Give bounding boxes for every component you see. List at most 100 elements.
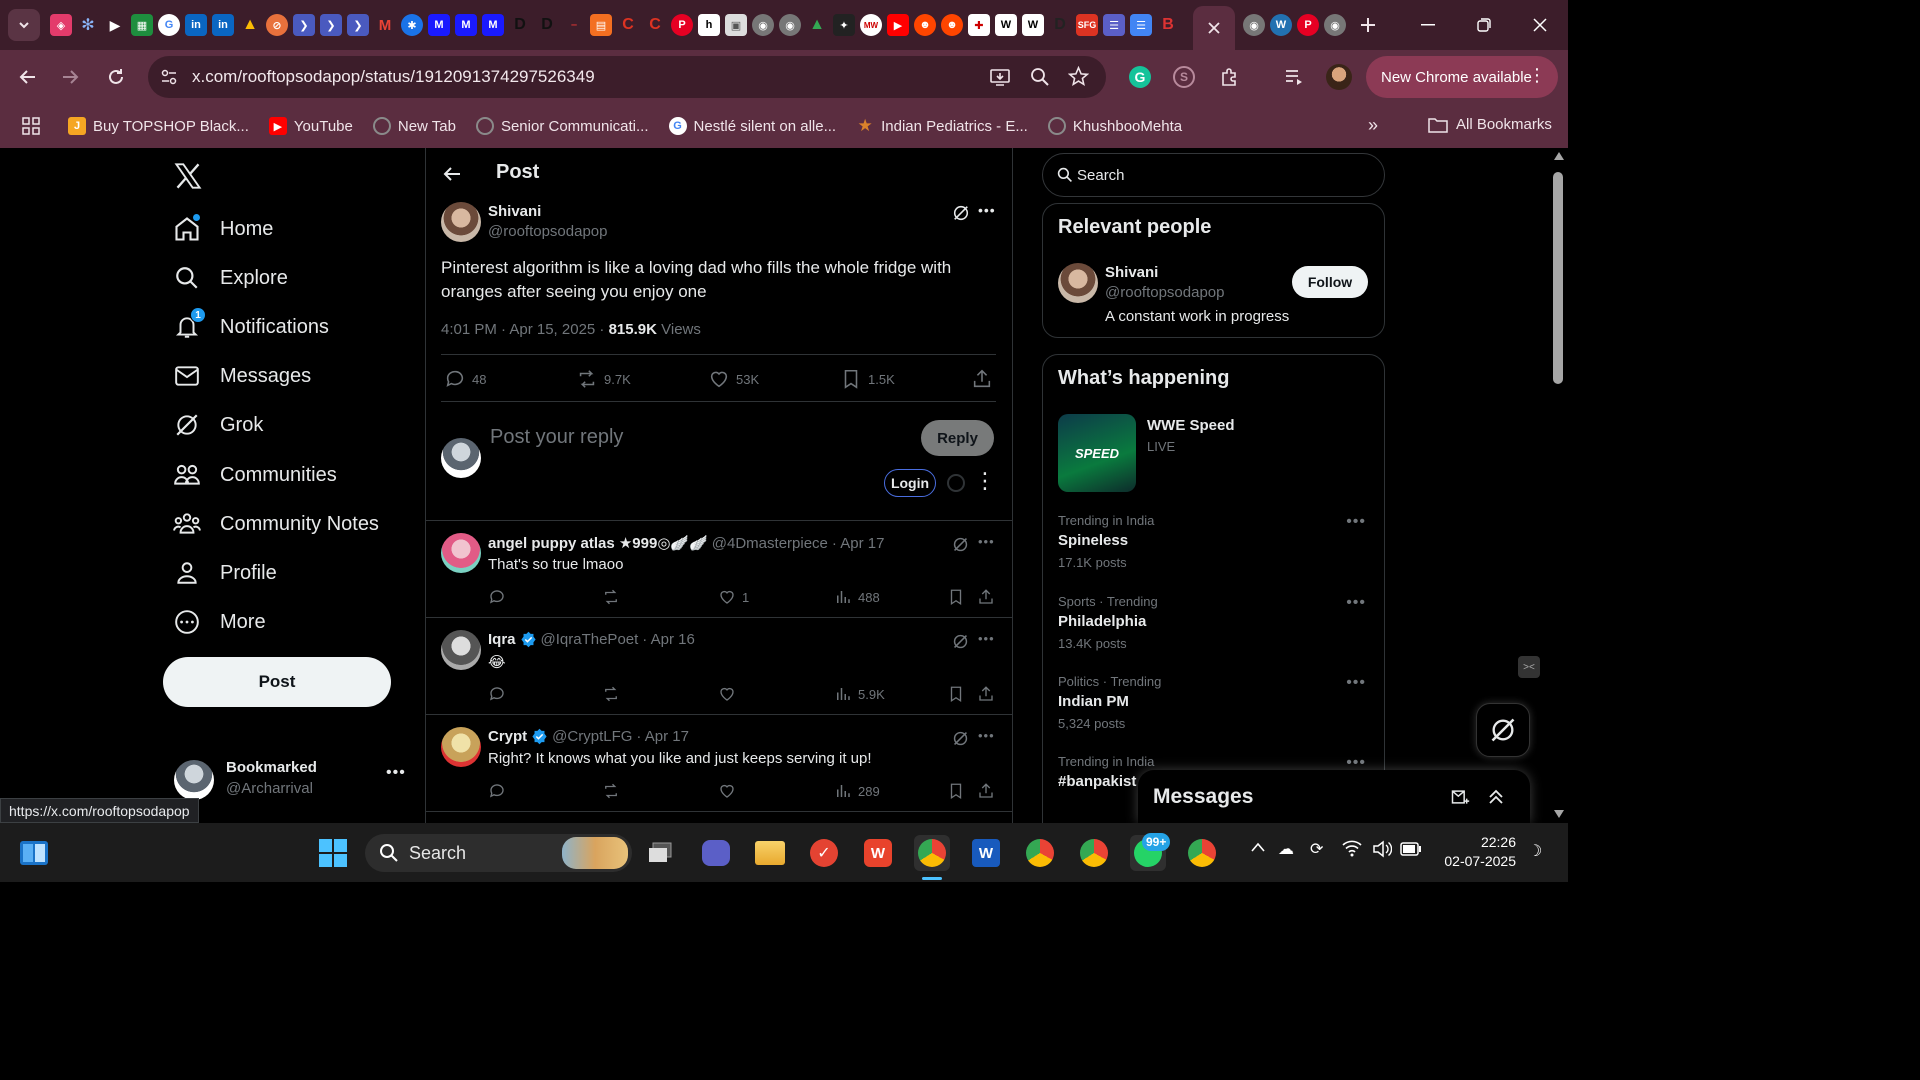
search-input[interactable]: Search <box>1042 153 1385 197</box>
tab-favicon[interactable]: ◈ <box>50 14 72 36</box>
reply-more-icon[interactable]: ••• <box>978 728 995 743</box>
like-action[interactable] <box>718 685 736 703</box>
widgets-button[interactable] <box>16 835 52 871</box>
active-tab[interactable] <box>1193 6 1235 50</box>
new-message-icon[interactable] <box>1450 787 1470 807</box>
nav-item-more[interactable]: More <box>170 600 266 644</box>
bookmark-item[interactable]: G Nestlé silent on alle... <box>668 117 836 135</box>
tray-overflow-icon[interactable] <box>1250 841 1266 853</box>
nav-item-profile[interactable]: Profile <box>170 551 277 595</box>
teams-button[interactable] <box>698 835 734 871</box>
tab-favicon[interactable]: M <box>455 14 477 36</box>
chrome-side-icon[interactable]: >< <box>1518 656 1540 678</box>
word-button[interactable]: W <box>968 835 1004 871</box>
reply-avatar[interactable] <box>441 727 481 767</box>
reply-item[interactable]: angel puppy atlas ★999◎🪽🪽 @4Dmasterpiece ·… <box>426 521 1013 618</box>
trend-more-icon[interactable]: ••• <box>1346 674 1366 692</box>
tab-favicon[interactable]: in <box>185 14 207 36</box>
reply-button[interactable]: Reply <box>921 420 994 456</box>
reply-author[interactable]: Crypt <box>488 728 527 745</box>
apps-icon[interactable] <box>22 117 40 135</box>
new-tab-button[interactable] <box>1360 17 1376 33</box>
share-action[interactable] <box>977 782 995 800</box>
reply-handle[interactable]: @CryptLFG <box>552 728 632 745</box>
reply-item[interactable]: Crypt @CryptLFG · Apr 17 ••• Right? It knows… <box>426 715 1013 812</box>
chrome-button[interactable] <box>1022 835 1058 871</box>
nav-item-notifications[interactable]: 1 Notifications <box>170 305 329 349</box>
chrome-button[interactable] <box>1076 835 1112 871</box>
tab-favicon[interactable]: ▲ <box>806 14 828 36</box>
event-thumbnail[interactable]: SPEED <box>1058 414 1136 492</box>
post-button[interactable]: Post <box>163 657 391 707</box>
bookmark-item[interactable]: Senior Communicati... <box>475 117 649 135</box>
reply-date[interactable]: · Apr 16 <box>642 631 695 648</box>
event-title[interactable]: WWE Speed <box>1147 417 1235 434</box>
tab-favicon[interactable]: ▶ <box>104 14 126 36</box>
bookmark-item[interactable]: KhushbooMehta <box>1047 117 1182 135</box>
tab-favicon[interactable]: ◉ <box>779 14 801 36</box>
author-avatar[interactable] <box>441 202 481 242</box>
tab-favicon[interactable]: W <box>995 14 1017 36</box>
author-handle[interactable]: @rooftopsodapop <box>488 223 607 240</box>
volume-icon[interactable] <box>1372 840 1392 858</box>
sync-icon[interactable]: ⟳ <box>1310 839 1323 859</box>
tab-favicon[interactable]: ☰ <box>1130 14 1152 36</box>
grammarly-login-button[interactable]: Login <box>884 469 936 497</box>
post-more-icon[interactable]: ••• <box>978 202 996 218</box>
reload-button[interactable] <box>96 57 136 97</box>
tab-favicon[interactable]: ◉ <box>752 14 774 36</box>
tab-favicon[interactable]: ❯ <box>320 14 342 36</box>
nav-item-grok[interactable]: Grok <box>170 403 263 447</box>
tab-favicon[interactable]: ▣ <box>725 14 747 36</box>
tab-favicon[interactable]: W <box>1270 14 1292 36</box>
person-name[interactable]: Shivani <box>1105 264 1158 281</box>
like-action[interactable]: 53K <box>708 368 759 390</box>
tab-favicon[interactable]: G <box>158 14 180 36</box>
reply-action[interactable] <box>488 588 506 606</box>
bookmark-action[interactable] <box>947 782 965 800</box>
close-icon[interactable] <box>1207 21 1221 35</box>
reply-handle[interactable]: @4Dmasterpiece <box>712 535 828 552</box>
profile-button[interactable] <box>1319 57 1359 97</box>
tab-favicon[interactable]: P <box>1297 14 1319 36</box>
reply-author[interactable]: angel puppy atlas ★999◎🪽🪽 <box>488 534 708 552</box>
share-action[interactable] <box>971 368 993 390</box>
composer-more-icon[interactable]: ⋮ <box>974 470 996 492</box>
tab-favicon[interactable]: ◉ <box>1243 14 1265 36</box>
back-button[interactable] <box>8 57 48 97</box>
reply-avatar[interactable] <box>441 533 481 573</box>
reply-input[interactable]: Post your reply <box>490 426 623 449</box>
tab-favicon[interactable]: in <box>212 14 234 36</box>
bookmark-action[interactable] <box>947 685 965 703</box>
grammarly-extension[interactable]: G <box>1120 57 1160 97</box>
x-logo-icon[interactable] <box>174 162 202 190</box>
trend-more-icon[interactable]: ••• <box>1346 594 1366 612</box>
repost-action[interactable]: 9.7K <box>576 368 631 390</box>
tab-favicon[interactable]: SFG <box>1076 14 1098 36</box>
share-action[interactable] <box>977 588 995 606</box>
reply-author[interactable]: Iqra <box>488 631 516 648</box>
nav-item-messages[interactable]: Messages <box>170 354 311 398</box>
tab-favicon[interactable]: W <box>1022 14 1044 36</box>
tab-favicon[interactable]: C <box>617 14 639 36</box>
tab-favicon[interactable]: ▲ <box>239 14 261 36</box>
window-close-button[interactable] <box>1512 0 1568 50</box>
reply-more-icon[interactable]: ••• <box>978 631 995 646</box>
onedrive-icon[interactable]: ☁ <box>1278 839 1294 859</box>
bookmark-action[interactable] <box>947 588 965 606</box>
tab-favicon[interactable]: ▶ <box>887 14 909 36</box>
scroll-down-icon[interactable] <box>1554 810 1564 818</box>
author-name[interactable]: Shivani <box>488 203 541 220</box>
tab-favicon[interactable]: ❯ <box>347 14 369 36</box>
reply-avatar[interactable] <box>441 630 481 670</box>
tab-favicon[interactable]: C <box>644 14 666 36</box>
tab-favicon[interactable]: ☻ <box>941 14 963 36</box>
start-button[interactable] <box>315 835 351 871</box>
tab-favicon[interactable]: ❯ <box>293 14 315 36</box>
bookmarks-overflow-icon[interactable]: » <box>1368 115 1378 136</box>
extensions-button[interactable] <box>1210 57 1250 97</box>
person-avatar[interactable] <box>1058 263 1098 303</box>
tab-favicon[interactable]: M <box>374 14 396 36</box>
tab-favicon[interactable]: ✚ <box>968 14 990 36</box>
grok-icon[interactable] <box>952 730 969 747</box>
